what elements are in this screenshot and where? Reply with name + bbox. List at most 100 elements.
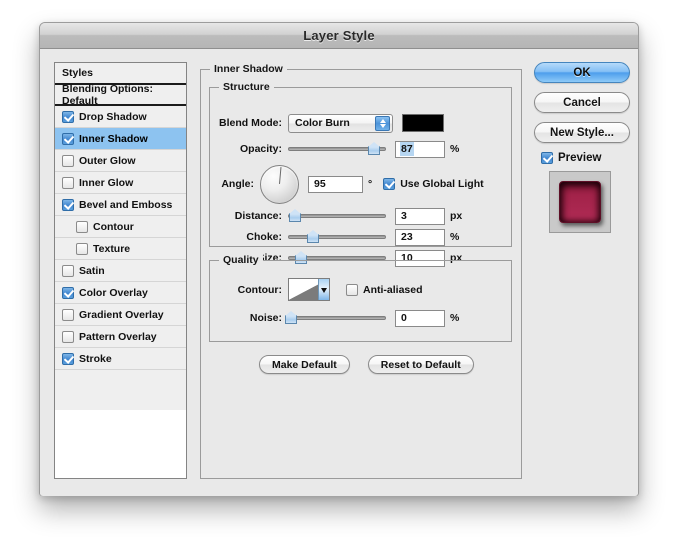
- contour-preset-picker[interactable]: [288, 278, 330, 301]
- sidebar-item-bevel-and-emboss[interactable]: Bevel and Emboss: [55, 194, 186, 216]
- choke-label: Choke:: [246, 231, 282, 243]
- distance-slider-thumb[interactable]: [289, 209, 301, 222]
- sidebar-item-pattern-overlay[interactable]: Pattern Overlay: [55, 326, 186, 348]
- sidebar-item-label: Bevel and Emboss: [79, 198, 173, 211]
- noise-slider-track[interactable]: [288, 316, 386, 320]
- checkbox-icon-drop-shadow[interactable]: [62, 110, 74, 123]
- angle-value: 95: [314, 178, 326, 190]
- checkbox-icon-gradient-overlay[interactable]: [62, 308, 74, 321]
- choke-slider-thumb[interactable]: [307, 230, 319, 243]
- blend-mode-label: Blend Mode:: [219, 117, 282, 129]
- distance-row: Distance: 3 px: [210, 207, 500, 225]
- checkbox-icon-preview[interactable]: [541, 152, 553, 164]
- choke-input[interactable]: 23: [395, 228, 445, 246]
- opacity-row: Opacity: 87 %: [210, 140, 500, 158]
- structure-group: Structure Blend Mode: Color Burn Opacity…: [209, 81, 512, 267]
- contour-row: Contour: Anti-aliased: [210, 277, 500, 302]
- make-default-label: Make Default: [272, 358, 337, 371]
- sidebar-item-drop-shadow[interactable]: Drop Shadow: [55, 106, 186, 128]
- opacity-slider[interactable]: [288, 140, 386, 158]
- sidebar-item-label: Contour: [93, 220, 134, 233]
- anti-aliased-label: Anti-aliased: [363, 283, 423, 296]
- checkbox-icon-anti-aliased[interactable]: [346, 283, 358, 296]
- noise-label: Noise:: [249, 312, 282, 324]
- reset-to-default-button[interactable]: Reset to Default: [367, 355, 474, 374]
- contour-label: Contour:: [237, 283, 282, 296]
- sidebar-item-stroke[interactable]: Stroke: [55, 348, 186, 370]
- noise-slider[interactable]: [285, 309, 386, 327]
- quality-group: Quality Contour: Anti-aliased Noise: 0 %: [209, 254, 512, 342]
- checkbox-icon-inner-glow[interactable]: [62, 176, 74, 189]
- distance-label: Distance:: [234, 210, 282, 222]
- inner-shadow-group: Inner Shadow Structure Blend Mode: Color…: [200, 63, 522, 479]
- noise-unit: %: [450, 312, 460, 324]
- styles-header-label: Styles: [62, 67, 93, 79]
- checkbox-icon-pattern-overlay[interactable]: [62, 330, 74, 343]
- sidebar-item-label: Satin: [79, 264, 105, 277]
- checkbox-icon-inner-shadow[interactable]: [62, 132, 74, 145]
- distance-slider[interactable]: [288, 207, 386, 225]
- sidebar-item-satin[interactable]: Satin: [55, 260, 186, 282]
- styles-list-empty-area: [55, 370, 186, 410]
- preview-toggle[interactable]: Preview: [534, 152, 630, 164]
- sidebar-item-label: Outer Glow: [79, 154, 136, 167]
- cancel-button[interactable]: Cancel: [534, 92, 630, 113]
- structure-group-legend: Structure: [219, 81, 274, 93]
- sidebar-item-texture[interactable]: Texture: [55, 238, 186, 260]
- angle-dial[interactable]: [260, 164, 299, 204]
- preview-label: Preview: [558, 152, 602, 164]
- ok-label: OK: [573, 66, 591, 79]
- chevron-down-icon[interactable]: [318, 279, 329, 300]
- inner-shadow-group-legend: Inner Shadow: [210, 63, 287, 75]
- styles-list-panel: Styles Blending Options: Default Drop Sh…: [54, 62, 187, 479]
- sidebar-item-inner-shadow[interactable]: Inner Shadow: [55, 128, 186, 150]
- sidebar-item-label: Texture: [93, 242, 131, 255]
- distance-input[interactable]: 3: [395, 207, 445, 225]
- dialog-titlebar[interactable]: Layer Style: [40, 23, 638, 49]
- sidebar-item-color-overlay[interactable]: Color Overlay: [55, 282, 186, 304]
- checkbox-icon-satin[interactable]: [62, 264, 74, 277]
- sidebar-item-inner-glow[interactable]: Inner Glow: [55, 172, 186, 194]
- use-global-light-label: Use Global Light: [400, 178, 484, 190]
- choke-value: 23: [401, 231, 413, 243]
- checkbox-icon-color-overlay[interactable]: [62, 286, 74, 299]
- dialog-actions-panel: OK Cancel New Style... Preview: [534, 62, 630, 233]
- sidebar-item-label: Pattern Overlay: [79, 330, 157, 343]
- chevron-updown-icon[interactable]: [375, 115, 390, 131]
- noise-slider-thumb[interactable]: [285, 311, 297, 324]
- new-style-label: New Style...: [550, 126, 614, 139]
- make-default-button[interactable]: Make Default: [259, 355, 350, 374]
- opacity-label: Opacity:: [239, 143, 282, 155]
- cancel-label: Cancel: [563, 96, 601, 109]
- checkbox-icon-texture[interactable]: [76, 242, 88, 255]
- angle-dial-needle: [278, 166, 281, 184]
- checkbox-icon-bevel-and-emboss[interactable]: [62, 198, 74, 211]
- sidebar-item-gradient-overlay[interactable]: Gradient Overlay: [55, 304, 186, 326]
- ok-button[interactable]: OK: [534, 62, 630, 83]
- shadow-color-swatch[interactable]: [402, 114, 444, 132]
- blend-mode-value: Color Burn: [295, 117, 350, 129]
- distance-value: 3: [401, 210, 407, 222]
- new-style-button[interactable]: New Style...: [534, 122, 630, 143]
- sidebar-item-blending-options[interactable]: Blending Options: Default: [55, 83, 186, 107]
- sidebar-item-label: Stroke: [79, 352, 112, 365]
- noise-input[interactable]: 0: [395, 309, 445, 327]
- opacity-slider-thumb[interactable]: [368, 142, 380, 155]
- choke-slider-track[interactable]: [288, 235, 386, 239]
- choke-slider[interactable]: [288, 228, 386, 246]
- checkbox-icon-contour[interactable]: [76, 220, 88, 233]
- angle-row: Angle: 95 ° Use Global Light: [210, 164, 505, 204]
- opacity-input[interactable]: 87: [395, 140, 445, 158]
- checkbox-icon-stroke[interactable]: [62, 352, 74, 365]
- blend-mode-select[interactable]: Color Burn: [288, 113, 393, 133]
- checkbox-icon-outer-glow[interactable]: [62, 154, 74, 167]
- preview-thumbnail: [549, 171, 611, 233]
- checkbox-icon-use-global-light[interactable]: [383, 178, 396, 190]
- opacity-value: 87: [400, 142, 414, 156]
- sidebar-item-label: Drop Shadow: [79, 110, 147, 123]
- angle-input[interactable]: 95: [308, 175, 363, 193]
- sidebar-item-contour[interactable]: Contour: [55, 216, 186, 238]
- distance-slider-track[interactable]: [288, 214, 386, 218]
- choke-unit: %: [450, 231, 460, 243]
- sidebar-item-outer-glow[interactable]: Outer Glow: [55, 150, 186, 172]
